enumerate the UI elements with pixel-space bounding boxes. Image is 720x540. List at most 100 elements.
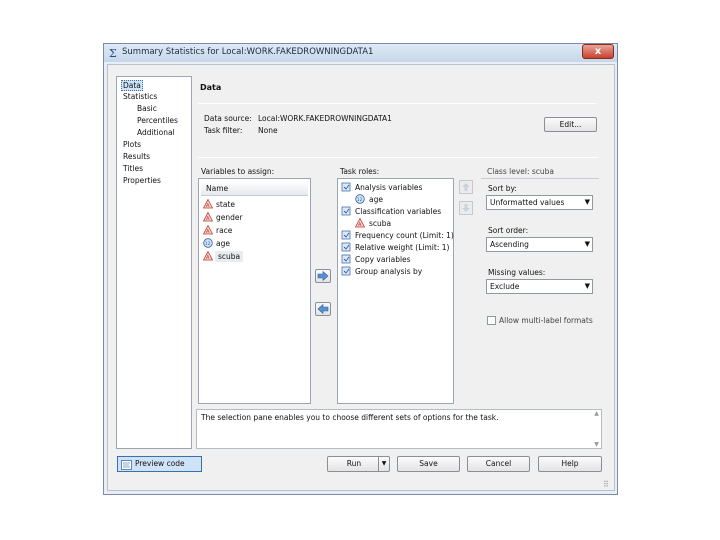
task-roles-tree[interactable]: Analysis variables 12 age Classification…	[337, 178, 454, 404]
task-filter-label: Task filter:	[204, 126, 243, 135]
class-level-header: Class level: scuba	[487, 167, 555, 176]
role-label: Group analysis by	[355, 267, 423, 276]
role-icon	[341, 254, 351, 264]
window-title: Summary Statistics for Local:WORK.FAKEDR…	[122, 47, 374, 57]
svg-text:A: A	[206, 216, 210, 222]
role-icon	[341, 230, 351, 240]
sort-order-label: Sort order:	[488, 226, 529, 235]
role-icon	[341, 242, 351, 252]
character-variable-icon: A	[355, 218, 365, 228]
role-label: Analysis variables	[355, 183, 423, 192]
sort-order-select[interactable]: Ascending ▼	[486, 237, 593, 252]
section-divider	[198, 103, 596, 104]
remove-button[interactable]	[315, 302, 331, 316]
arrow-down-icon	[462, 204, 470, 212]
task-filter-value: None	[258, 126, 278, 135]
chevron-down-icon: ▼	[584, 282, 590, 290]
variable-name: race	[216, 226, 233, 235]
svg-text:12: 12	[357, 197, 363, 203]
name-column-label: Name	[206, 184, 229, 193]
character-variable-icon: A	[203, 199, 213, 209]
svg-text:A: A	[206, 229, 210, 235]
name-column-header[interactable]: Name	[201, 181, 308, 196]
character-variable-icon: A	[203, 212, 213, 222]
variables-header: Variables to assign:	[201, 167, 275, 176]
role-icon	[341, 182, 351, 192]
preview-code-button[interactable]: Preview code	[117, 456, 202, 472]
nav-item-titles[interactable]: Titles	[123, 164, 143, 173]
preview-code-icon	[121, 460, 132, 470]
help-button[interactable]: Help	[538, 456, 602, 472]
multilabel-label: Allow multi-label formats	[499, 316, 593, 325]
variable-name: state	[216, 200, 235, 209]
chevron-down-icon: ▼	[584, 240, 590, 248]
variable-name: age	[216, 239, 230, 248]
multilabel-checkbox[interactable]	[487, 316, 496, 325]
variable-name: gender	[216, 213, 243, 222]
missing-values-select[interactable]: Exclude ▼	[486, 279, 593, 294]
sort-by-value: Unformatted values	[490, 198, 565, 207]
move-up-button[interactable]	[459, 180, 473, 194]
app-icon: Σ	[109, 47, 117, 58]
nav-item-percentiles[interactable]: Percentiles	[137, 116, 178, 125]
run-button[interactable]: Run ▼	[327, 456, 390, 472]
svg-text:A: A	[206, 203, 210, 209]
description-pane: The selection pane enables you to choose…	[196, 409, 602, 449]
nav-item-results[interactable]: Results	[123, 152, 150, 161]
cancel-button[interactable]: Cancel	[467, 456, 530, 472]
sort-by-label: Sort by:	[488, 184, 517, 193]
data-source-label: Data source:	[204, 114, 252, 123]
character-variable-icon: A	[203, 225, 213, 235]
variable-name-selected: scuba	[215, 251, 244, 262]
character-variable-icon: A	[203, 251, 213, 261]
chevron-down-icon: ▼	[584, 198, 590, 206]
sort-order-value: Ascending	[490, 240, 529, 249]
task-roles-header: Task roles:	[340, 167, 380, 176]
class-level-divider	[481, 178, 599, 179]
svg-text:A: A	[206, 255, 210, 261]
nav-item-data[interactable]: Data	[121, 80, 143, 91]
role-icon	[341, 206, 351, 216]
selection-pane: Data Statistics Basic Percentiles Additi…	[116, 76, 192, 449]
nav-item-properties[interactable]: Properties	[123, 176, 161, 185]
role-label: Relative weight (Limit: 1)	[355, 243, 450, 252]
assign-button[interactable]	[315, 269, 331, 283]
role-label: age	[369, 195, 383, 204]
numeric-variable-icon: 12	[203, 238, 213, 248]
missing-values-value: Exclude	[490, 282, 520, 291]
svg-text:A: A	[358, 222, 362, 228]
role-label: Frequency count (Limit: 1)	[355, 231, 454, 240]
nav-item-plots[interactable]: Plots	[123, 140, 141, 149]
nav-item-additional[interactable]: Additional	[137, 128, 175, 137]
run-label: Run	[346, 459, 362, 468]
scroll-up-icon: ▲	[594, 410, 599, 417]
variables-list[interactable]: Name A state A gender A race 12 age A sc…	[198, 178, 311, 404]
nav-item-statistics[interactable]: Statistics	[123, 92, 157, 101]
svg-text:12: 12	[205, 241, 211, 247]
run-dropdown-icon[interactable]: ▼	[378, 457, 389, 471]
arrow-up-icon	[462, 183, 470, 191]
preview-code-label: Preview code	[135, 459, 185, 468]
role-label: Classification variables	[355, 207, 442, 216]
description-scrollbar[interactable]: ▲ ▼	[592, 410, 601, 448]
scroll-down-icon: ▼	[594, 441, 599, 448]
sort-by-select[interactable]: Unformatted values ▼	[486, 195, 593, 210]
role-label: scuba	[369, 219, 392, 228]
role-label: Copy variables	[355, 255, 411, 264]
edit-button[interactable]: Edit...	[544, 117, 597, 132]
resize-grip-icon[interactable]: ⠿	[603, 480, 609, 489]
arrow-right-icon	[317, 270, 329, 282]
nav-item-basic[interactable]: Basic	[137, 104, 157, 113]
missing-values-label: Missing values:	[488, 268, 546, 277]
save-button[interactable]: Save	[397, 456, 460, 472]
section-title: Data	[200, 83, 222, 92]
move-down-button[interactable]	[459, 201, 473, 215]
section-divider-2	[198, 157, 598, 158]
numeric-variable-icon: 12	[355, 194, 365, 204]
description-text: The selection pane enables you to choose…	[201, 413, 499, 422]
close-button[interactable]: x	[582, 44, 614, 59]
svg-text:Σ: Σ	[109, 47, 117, 58]
role-icon	[341, 266, 351, 276]
arrow-left-icon	[317, 303, 329, 315]
data-source-value: Local:WORK.FAKEDROWNINGDATA1	[258, 114, 392, 123]
